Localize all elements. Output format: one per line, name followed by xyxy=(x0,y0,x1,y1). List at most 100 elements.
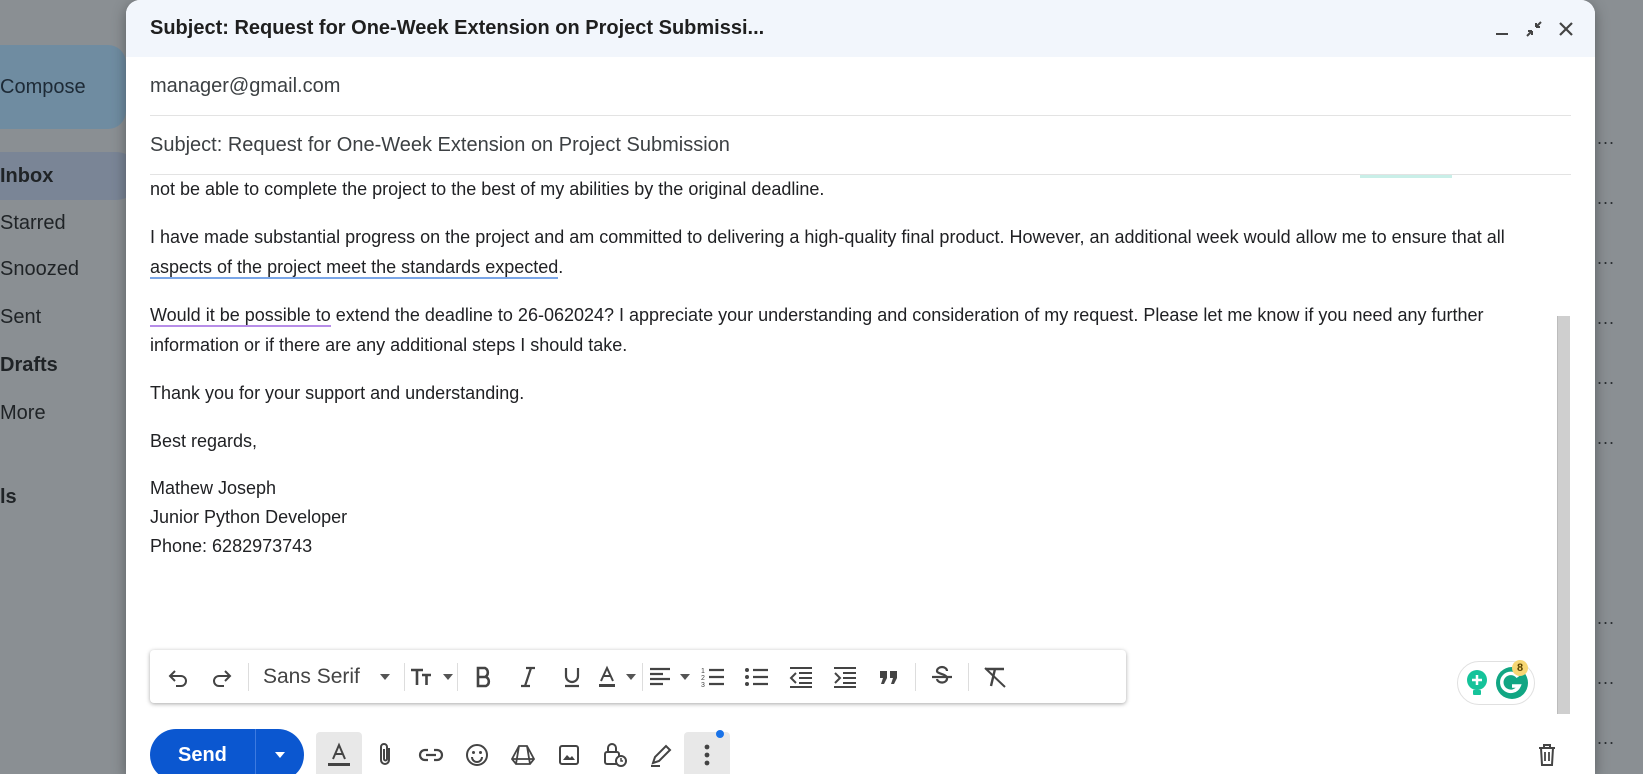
lightbulb-icon[interactable] xyxy=(1463,668,1491,698)
font-family-label: Sans Serif xyxy=(263,664,360,688)
toolbar-divider xyxy=(403,662,405,691)
send-button-group: Send xyxy=(150,729,304,774)
compose-titlebar[interactable]: Subject: Request for One-Week Extension … xyxy=(126,0,1595,57)
signature: Mathew Joseph Junior Python Developer Ph… xyxy=(150,474,1530,561)
scrollbar[interactable] xyxy=(1557,316,1570,714)
google-drive-icon[interactable] xyxy=(500,732,546,774)
chevron-down-icon xyxy=(625,673,636,680)
nav-item-sent[interactable]: Sent xyxy=(0,306,41,329)
nav-label: Drafts xyxy=(0,354,58,376)
row-more-icon: ... xyxy=(1596,248,1615,268)
row-more-icon: ... xyxy=(1596,428,1615,448)
toolbar-divider xyxy=(456,662,458,691)
compose-button[interactable]: Compose xyxy=(0,45,126,129)
subject-input[interactable]: Subject: Request for One-Week Extension … xyxy=(150,134,730,157)
toolbar-divider xyxy=(248,662,249,691)
indent-less-icon[interactable] xyxy=(779,657,823,697)
toolbar-divider xyxy=(641,662,643,691)
emoji-icon[interactable] xyxy=(454,732,500,774)
grammar-suggestion[interactable]: aspects of the project meet the standard… xyxy=(150,257,559,279)
send-label: Send xyxy=(178,743,227,766)
minimize-icon[interactable] xyxy=(1493,20,1511,38)
grammarly-count-badge: 8 xyxy=(1512,660,1528,676)
font-size-button[interactable] xyxy=(409,657,453,697)
formatting-options-icon[interactable] xyxy=(315,732,362,774)
nav-item-inbox[interactable]: Inbox xyxy=(0,152,140,200)
body-paragraph: not be able to complete the project to t… xyxy=(150,179,825,199)
nav-item-starred[interactable]: Starred xyxy=(0,212,66,235)
send-button[interactable]: Send xyxy=(150,729,256,774)
signature-pen-icon[interactable] xyxy=(638,732,684,774)
signature-title: Junior Python Developer xyxy=(150,507,348,527)
exit-fullscreen-icon[interactable] xyxy=(1525,20,1543,38)
align-button[interactable] xyxy=(647,657,691,697)
row-more-icon: ... xyxy=(1596,128,1615,148)
to-field[interactable]: manager@gmail.com xyxy=(150,57,1571,116)
schedule-send-button[interactable] xyxy=(256,729,304,774)
nav-item-labels[interactable]: ls xyxy=(0,486,17,509)
body-paragraph: Thank you for your support and understan… xyxy=(150,383,525,403)
nav-label: ls xyxy=(0,486,17,508)
row-more-icon: ... xyxy=(1596,608,1615,628)
chevron-down-icon xyxy=(679,673,690,680)
body-paragraph: Would it be possible to extend the deadl… xyxy=(150,300,1530,360)
chevron-down-icon xyxy=(442,673,453,680)
align-left-icon xyxy=(649,667,670,685)
nav-item-more[interactable]: More xyxy=(0,402,46,425)
compose-window: Subject: Request for One-Week Extension … xyxy=(126,0,1595,774)
text-color-button[interactable] xyxy=(594,657,638,697)
signature-name: Mathew Joseph xyxy=(150,478,277,498)
style-suggestion[interactable]: Would it be possible to xyxy=(150,305,331,327)
numbered-list-icon[interactable]: 123 xyxy=(691,657,735,697)
formatting-toolbar: Sans Serif 123 xyxy=(150,650,1126,703)
subject-field[interactable]: Subject: Request for One-Week Extension … xyxy=(150,116,1571,175)
undo-icon[interactable] xyxy=(156,657,200,697)
quote-icon[interactable] xyxy=(867,657,911,697)
nav-item-drafts[interactable]: Drafts xyxy=(0,354,58,377)
underline-icon[interactable] xyxy=(550,657,594,697)
text-span: extend the deadline to 26-062024? I appr… xyxy=(150,305,1484,355)
nav-label: Starred xyxy=(0,212,66,234)
nav-label: Snoozed xyxy=(0,258,79,280)
close-icon[interactable] xyxy=(1557,20,1575,38)
confidential-mode-icon[interactable] xyxy=(592,732,638,774)
bold-icon[interactable] xyxy=(462,657,506,697)
text-size-icon xyxy=(410,668,431,685)
row-more-icon: ... xyxy=(1596,308,1615,328)
body-paragraph: I have made substantial progress on the … xyxy=(150,222,1530,282)
compose-action-bar: Send xyxy=(150,729,1570,774)
strikethrough-icon[interactable] xyxy=(920,657,964,697)
font-family-select[interactable]: Sans Serif xyxy=(253,665,400,689)
toolbar-divider xyxy=(914,662,916,691)
compose-title: Subject: Request for One-Week Extension … xyxy=(150,17,765,39)
more-options-icon[interactable] xyxy=(683,730,730,774)
bulleted-list-icon[interactable] xyxy=(735,657,779,697)
attach-file-icon[interactable] xyxy=(362,732,408,774)
signature-phone: Phone: 6282973743 xyxy=(150,536,313,556)
redo-icon[interactable] xyxy=(200,657,244,697)
row-more-icon: ... xyxy=(1596,368,1615,388)
insert-link-icon[interactable] xyxy=(408,732,454,774)
message-body[interactable]: not be able to complete the project to t… xyxy=(150,176,1530,646)
nav-item-snoozed[interactable]: Snoozed xyxy=(0,258,79,281)
nav-label: More xyxy=(0,402,46,424)
row-more-icon: ... xyxy=(1596,668,1615,688)
background-sidebar: Compose Inbox Starred Snoozed Sent Draft… xyxy=(0,0,140,774)
text-span: I have made substantial progress on the … xyxy=(150,227,1505,247)
chevron-down-icon xyxy=(379,673,390,680)
grammarly-widget[interactable]: 8 xyxy=(1457,660,1535,705)
discard-draft-icon[interactable] xyxy=(1524,732,1570,774)
compose-label: Compose xyxy=(0,75,86,98)
row-more-icon: ... xyxy=(1596,728,1615,748)
svg-text:3: 3 xyxy=(701,682,705,689)
indent-more-icon[interactable] xyxy=(823,657,867,697)
recipient-chip[interactable]: manager@gmail.com xyxy=(150,75,340,98)
italic-icon[interactable] xyxy=(506,657,550,697)
row-more-icon: ... xyxy=(1596,188,1615,208)
insert-photo-icon[interactable] xyxy=(546,732,592,774)
remove-formatting-icon[interactable] xyxy=(973,657,1017,697)
toolbar-divider xyxy=(967,662,969,691)
text-span: . xyxy=(558,257,564,277)
svg-text:1: 1 xyxy=(701,668,705,675)
notification-dot xyxy=(715,730,724,738)
